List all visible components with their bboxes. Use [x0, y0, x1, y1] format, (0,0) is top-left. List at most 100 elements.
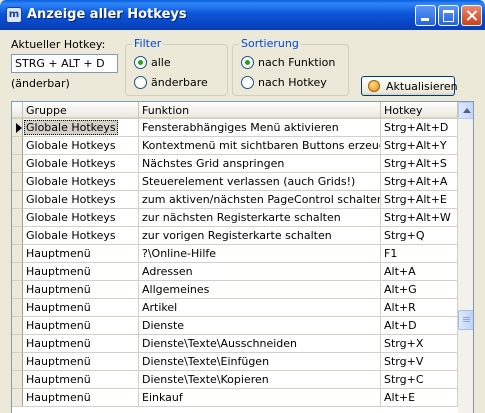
table-row[interactable]: Globale Hotkeys zur vorigen Registerkarte… [12, 227, 458, 245]
table-row[interactable]: Hauptmenü Adressen Alt+A [12, 263, 458, 281]
row-indicator[interactable] [12, 227, 23, 245]
cell-group[interactable]: Hauptmenü [23, 299, 139, 317]
cell-group[interactable]: Globale Hotkeys [23, 227, 139, 245]
cell-function[interactable]: Steuerelement verlassen (auch Grids!) [139, 173, 381, 191]
cell-function[interactable]: Nächstes Grid anspringen [139, 155, 381, 173]
sort-group: Sortierung nach Funktion nach Hotkey [232, 37, 349, 96]
cell-function[interactable]: zur vorigen Registerkarte schalten [139, 227, 381, 245]
vertical-scrollbar[interactable] [458, 102, 473, 413]
table-row[interactable]: Globale Hotkeys Steuerelement verlassen (… [12, 173, 458, 191]
table-row[interactable]: Hauptmenü ?\Online-Hilfe F1 [12, 245, 458, 263]
cell-group[interactable]: Hauptmenü [23, 335, 139, 353]
table-row[interactable]: Globale Hotkeys Kontextmenü mit sichtbare… [12, 137, 458, 155]
refresh-button[interactable]: Aktualisieren [361, 76, 458, 96]
column-header-hotkey[interactable]: Hotkey [381, 102, 458, 119]
cell-hotkey[interactable]: Strg+X [381, 335, 458, 353]
cell-group[interactable]: Hauptmenü [23, 353, 139, 371]
cell-function[interactable]: Dienste [139, 317, 381, 335]
cell-group[interactable]: Globale Hotkeys [23, 119, 139, 137]
row-indicator[interactable] [12, 281, 23, 299]
close-button[interactable] [461, 5, 482, 26]
cell-group[interactable]: Globale Hotkeys [23, 155, 139, 173]
cell-group-text: Globale Hotkeys [24, 120, 118, 135]
title-bar[interactable]: m Anzeige aller Hotkeys [0, 0, 485, 30]
table-row[interactable]: Globale Hotkeys zur nächsten Registerkart… [12, 209, 458, 227]
cell-function[interactable]: Fensterabhängiges Menü aktivieren [139, 119, 381, 137]
cell-function[interactable]: Allgemeines [139, 281, 381, 299]
cell-function[interactable]: Dienste\Texte\Ausschneiden [139, 335, 381, 353]
table-row[interactable]: Globale Hotkeys Fensterabhängiges Menü ak… [12, 119, 458, 137]
row-indicator[interactable] [12, 137, 23, 155]
cell-group[interactable]: Globale Hotkeys [23, 191, 139, 209]
table-row[interactable]: Hauptmenü Dienste Alt+D [12, 317, 458, 335]
cell-group[interactable]: Hauptmenü [23, 263, 139, 281]
cell-function[interactable]: zur nächsten Registerkarte schalten [139, 209, 381, 227]
cell-group[interactable]: Globale Hotkeys [23, 209, 139, 227]
cell-function[interactable]: zum aktiven/nächsten PageControl schalte… [139, 191, 381, 209]
table-row[interactable]: Hauptmenü Allgemeines Alt+G [12, 281, 458, 299]
cell-function-text: zum aktiven/nächsten PageControl schalte… [142, 193, 381, 206]
cell-function[interactable]: ?\Online-Hilfe [139, 245, 381, 263]
cell-function-text: Steuerelement verlassen (auch Grids!) [142, 175, 356, 188]
cell-group[interactable]: Globale Hotkeys [23, 173, 139, 191]
cell-hotkey[interactable]: Strg+Alt+A [381, 173, 458, 191]
cell-function[interactable]: Dienste\Texte\Kopieren [139, 371, 381, 389]
cell-group[interactable]: Globale Hotkeys [23, 137, 139, 155]
cell-group-text: Hauptmenü [26, 337, 91, 350]
cell-hotkey[interactable]: Strg+Alt+W [381, 209, 458, 227]
row-indicator[interactable] [12, 155, 23, 173]
row-indicator[interactable] [12, 317, 23, 335]
row-indicator[interactable] [12, 191, 23, 209]
table-row[interactable]: Hauptmenü Dienste\Texte\Einfügen Strg+V [12, 353, 458, 371]
cell-hotkey[interactable]: Strg+Q [381, 227, 458, 245]
cell-hotkey[interactable]: Strg+Alt+Y [381, 137, 458, 155]
cell-hotkey[interactable]: Alt+E [381, 389, 458, 407]
table-row[interactable]: Hauptmenü Einkauf Alt+E [12, 389, 458, 407]
cell-hotkey[interactable]: Alt+A [381, 263, 458, 281]
cell-function[interactable]: Artikel [139, 299, 381, 317]
row-indicator[interactable] [12, 299, 23, 317]
cell-hotkey[interactable]: Alt+G [381, 281, 458, 299]
cell-function[interactable]: Kontextmenü mit sichtbaren Buttons erzeu… [139, 137, 381, 155]
radio-unselected-icon [134, 76, 147, 89]
row-indicator[interactable] [12, 263, 23, 281]
cell-hotkey[interactable]: Strg+C [381, 371, 458, 389]
row-indicator[interactable] [12, 371, 23, 389]
cell-function[interactable]: Dienste\Texte\Einfügen [139, 353, 381, 371]
cell-hotkey[interactable]: Strg+Alt+S [381, 155, 458, 173]
cell-hotkey[interactable]: Alt+D [381, 317, 458, 335]
minimize-button[interactable] [415, 5, 436, 26]
cell-hotkey[interactable]: Strg+V [381, 353, 458, 371]
column-header-function[interactable]: Funktion [139, 102, 381, 119]
table-row[interactable]: Globale Hotkeys zum aktiven/nächsten Page… [12, 191, 458, 209]
cell-hotkey[interactable]: Strg+Alt+E [381, 191, 458, 209]
row-indicator[interactable] [12, 353, 23, 371]
scroll-up-icon[interactable] [458, 102, 473, 119]
cell-group[interactable]: Hauptmenü [23, 371, 139, 389]
cell-function[interactable]: Adressen [139, 263, 381, 281]
hotkey-grid[interactable]: Gruppe Funktion Hotkey Globale Hotkeys Fe… [11, 101, 474, 413]
maximize-button[interactable] [438, 5, 459, 26]
cell-hotkey[interactable]: Strg+Alt+D [381, 119, 458, 137]
column-header-group[interactable]: Gruppe [23, 102, 139, 119]
row-indicator[interactable] [12, 209, 23, 227]
table-row[interactable]: Hauptmenü Dienste\Texte\Ausschneiden Strg+… [12, 335, 458, 353]
table-row[interactable]: Hauptmenü Artikel Alt+R [12, 299, 458, 317]
cell-group[interactable]: Hauptmenü [23, 281, 139, 299]
cell-hotkey[interactable]: F1 [381, 245, 458, 263]
cell-group[interactable]: Hauptmenü [23, 317, 139, 335]
cell-function[interactable]: Einkauf [139, 389, 381, 407]
row-indicator[interactable] [12, 335, 23, 353]
row-indicator[interactable] [12, 173, 23, 191]
table-row[interactable]: Globale Hotkeys Nächstes Grid anspringen S… [12, 155, 458, 173]
table-row[interactable]: Hauptmenü Dienste\Texte\Kopieren Strg+C [12, 371, 458, 389]
row-indicator[interactable] [12, 389, 23, 407]
row-indicator[interactable] [12, 245, 23, 263]
cell-hotkey[interactable]: Alt+R [381, 299, 458, 317]
current-hotkey-input[interactable] [11, 54, 118, 73]
scrollbar-thumb[interactable] [458, 310, 473, 330]
cell-group[interactable]: Hauptmenü [23, 389, 139, 407]
cell-group-text: Hauptmenü [26, 319, 91, 332]
row-indicator[interactable] [12, 119, 23, 137]
cell-group[interactable]: Hauptmenü [23, 245, 139, 263]
